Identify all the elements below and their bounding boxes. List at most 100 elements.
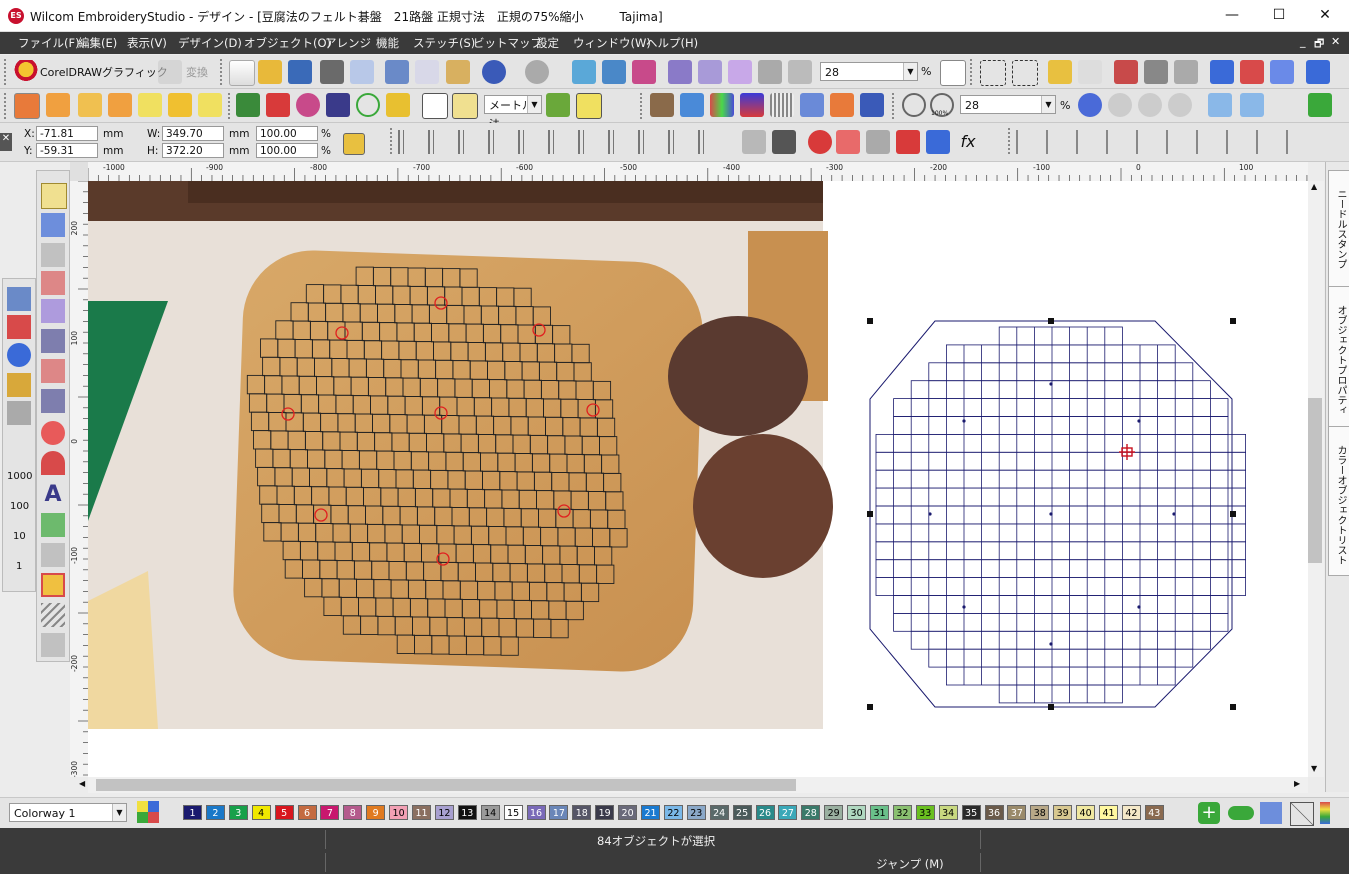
proportion-lock-icon[interactable] [343,133,365,155]
mdi-close-button[interactable]: ✕ [1331,35,1340,48]
cut-icon[interactable] [385,60,409,84]
panel-close-icon[interactable]: ✕ [0,133,12,151]
stamp-icon[interactable] [830,93,854,117]
wand-icon[interactable] [41,633,65,657]
align-top-icon[interactable] [1306,60,1330,84]
menu-stitch[interactable]: ステッチ(S) [413,35,475,51]
color-swatch[interactable]: 21 [641,805,660,820]
color-swatch[interactable]: 19 [595,805,615,820]
knife-icon[interactable] [41,299,65,323]
info-icon[interactable] [860,93,884,117]
circle-outline-icon[interactable] [356,93,380,117]
menu-bitmap[interactable]: ビットマップ [473,35,542,51]
design-board[interactable] [869,320,1247,708]
color-bars-icon[interactable] [1320,802,1330,824]
color-sequence-icon[interactable] [710,93,734,117]
width-field[interactable]: 349.70 [162,126,224,141]
height-field[interactable]: 372.20 [162,143,224,158]
color-swatch[interactable]: 42 [1121,805,1141,820]
stitch-effect-icon[interactable] [836,130,860,154]
align-left-icon[interactable] [1210,60,1234,84]
color-bars-icon[interactable] [740,93,764,117]
diamond-icon[interactable] [41,543,65,567]
open-folder-icon[interactable] [258,60,282,84]
convert-label[interactable]: 変換 [186,64,208,80]
hoop-icon[interactable] [668,60,692,84]
color-swatch[interactable]: 14 [480,805,500,820]
menu-design[interactable]: デザイン(D) [178,35,242,51]
docker-tab-object-properties[interactable]: オブジェクトプロパティ [1328,286,1349,428]
zoom-combo-1[interactable]: 28 ▼ [820,62,918,81]
line-2-icon[interactable] [41,389,65,413]
mirror-v-icon[interactable] [1240,93,1264,117]
print-icon[interactable] [320,60,344,84]
grid-green-icon[interactable] [1308,93,1332,117]
node-icon[interactable] [41,329,65,353]
step-1-label[interactable]: 1 [16,561,22,572]
tool-trident-icon[interactable] [7,373,31,397]
branching-icon[interactable] [742,130,766,154]
color-swatch[interactable]: 35 [961,805,981,820]
stitch-pattern-icon[interactable] [770,93,794,117]
select-box-icon-2[interactable] [1012,60,1038,86]
arc-icon[interactable] [41,243,65,267]
ungroup-icon[interactable] [1144,60,1168,84]
zoom-in-icon[interactable] [1078,93,1102,117]
colorway-combo[interactable]: Colorway 1 ▼ [9,803,127,822]
mdi-restore-button[interactable]: 🗗 [1314,35,1324,54]
tool-zigzag-icon[interactable] [7,315,31,339]
color-swatch[interactable]: 10 [389,805,409,820]
thread-chart-icon[interactable] [1260,802,1282,824]
mirror-h-icon[interactable] [1208,93,1232,117]
stitch-icon-4[interactable] [788,60,812,84]
maximize-button[interactable]: ☐ [1256,0,1302,31]
hand-convert-icon[interactable] [158,60,182,84]
stitch-icon-3[interactable] [758,60,782,84]
outline-stitch-icon[interactable] [78,93,102,117]
combine-icon[interactable] [1174,60,1198,84]
step-100-label[interactable]: 100 [10,501,29,512]
color-swatch[interactable]: 3 [228,805,248,820]
zoom-combo-2[interactable]: 28 ▼ [960,95,1056,114]
color-swatch[interactable]: 23 [686,805,706,820]
menu-window[interactable]: ウィンドウ(W) [573,35,651,51]
zoom-icon[interactable] [902,93,926,117]
measure-method-combo[interactable]: メートル法▼ [484,95,542,131]
color-swatch[interactable]: 15 [503,805,523,820]
app-icon[interactable]: ES [8,8,24,24]
color-swatch[interactable]: 30 [847,805,867,820]
save-icon[interactable] [288,60,312,84]
stitch-icon-2[interactable] [728,60,752,84]
color-film-icon[interactable] [632,60,656,84]
scroll-up-icon[interactable]: ▲ [1311,182,1317,191]
design-canvas[interactable] [88,181,1308,777]
people-icon[interactable] [41,513,65,537]
align-center-icon[interactable] [1240,60,1264,84]
color-swatch[interactable]: 32 [892,805,912,820]
color-swatch[interactable]: 33 [915,805,935,820]
width-percent-field[interactable]: 100.00 [256,126,318,141]
color-swatch[interactable]: 39 [1053,805,1073,820]
menu-edit[interactable]: 編集(E) [78,35,117,51]
reshape-icon[interactable] [41,213,65,237]
redo-icon[interactable] [525,60,549,84]
color-swatch[interactable]: 34 [938,805,958,820]
color-swatch[interactable]: 12 [434,805,454,820]
line-1-icon[interactable] [41,359,65,383]
paste-icon[interactable] [446,60,470,84]
appliqué-icon[interactable] [41,573,65,597]
hatch-icon[interactable] [41,603,65,627]
trim-icon[interactable] [896,130,920,154]
scroll-down-icon[interactable]: ▼ [1311,764,1317,773]
travel-icon[interactable] [680,93,704,117]
color-swatch[interactable]: 41 [1099,805,1118,820]
color-swatch[interactable]: 40 [1076,805,1096,820]
figure-icon[interactable] [326,93,350,117]
grid-guide-icon[interactable] [452,93,478,119]
color-swatch[interactable]: 17 [549,805,569,820]
menu-view[interactable]: 表示(V) [127,35,167,51]
group-icon[interactable] [1114,60,1138,84]
color-swatch[interactable]: 4 [251,805,271,820]
color-swatch[interactable]: 22 [663,805,683,820]
thread-icon[interactable] [1228,806,1254,820]
